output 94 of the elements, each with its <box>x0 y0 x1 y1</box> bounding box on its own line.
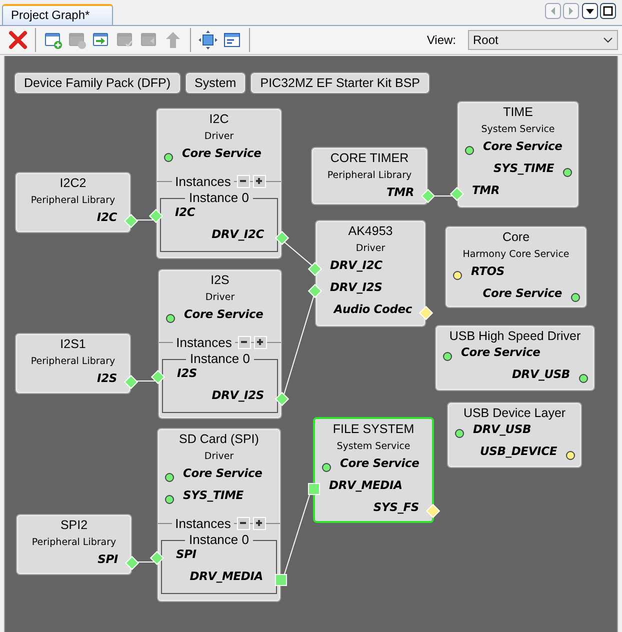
port-dot-icon[interactable] <box>453 270 462 280</box>
node-title: AK4953 <box>347 223 394 240</box>
node-subtitle: Peripheral Library <box>30 194 116 208</box>
node-title: SD Card (SPI) <box>178 431 260 448</box>
node-subtitle: System Service <box>336 440 412 454</box>
node-subtitle: Driver <box>204 291 236 305</box>
port-label: DRV_I2S <box>330 280 382 294</box>
port-label: SYS_TIME <box>494 161 554 175</box>
port-label: Core Service <box>184 307 264 321</box>
port-dot-icon[interactable] <box>571 292 580 302</box>
port-dot-icon[interactable] <box>164 152 173 162</box>
instances-label: Instances <box>174 516 232 530</box>
port-dot-icon[interactable] <box>566 450 575 460</box>
port-label: Core Service <box>183 466 262 480</box>
port-label: DRV_I2C <box>212 227 264 241</box>
plus-icon <box>255 337 266 347</box>
node-title: SPI2 <box>59 517 89 534</box>
node-title: I2S <box>210 272 230 289</box>
remove-instance-button[interactable] <box>236 174 250 188</box>
port-label: TMR <box>386 185 414 199</box>
group-button[interactable]: PIC32MZ EF Starter Kit BSP <box>251 73 429 93</box>
port-label: I2C <box>175 205 196 219</box>
port-label: I2C <box>96 210 117 224</box>
node-title: FILE SYSTEM <box>332 421 416 438</box>
port-dot-icon[interactable] <box>455 428 464 438</box>
node-subtitle: Harmony Core Service <box>462 248 570 262</box>
remove-instance-button[interactable] <box>236 516 250 530</box>
fit-icon[interactable] <box>198 30 218 50</box>
group-button[interactable]: Device Family Pack (DFP) <box>15 73 180 93</box>
node-title: I2C <box>208 111 230 128</box>
maximize-icon[interactable] <box>600 3 616 19</box>
port-label: RTOS <box>471 264 504 278</box>
port-label: I2S <box>97 371 117 385</box>
node-title: I2S1 <box>59 336 87 353</box>
port-dot-icon[interactable] <box>563 168 572 176</box>
instance-label: Instance 0 <box>188 191 250 205</box>
port-label: USB_DEVICE <box>480 444 557 458</box>
caret-icon <box>603 37 613 43</box>
view-label: View: <box>426 33 456 47</box>
node-subtitle: Driver <box>203 450 235 464</box>
add-instance-button[interactable] <box>252 516 266 530</box>
port-label: DRV_MEDIA <box>190 569 263 583</box>
port-dot-icon[interactable] <box>166 314 175 322</box>
port-label: TMR <box>472 183 500 197</box>
plus-icon <box>254 518 264 528</box>
port-dot-icon[interactable] <box>165 494 174 504</box>
port-label: DRV_USB <box>473 422 532 436</box>
port-label: SYS_TIME <box>183 488 244 502</box>
port-dot-icon[interactable] <box>579 374 588 382</box>
group-button[interactable]: System <box>186 73 246 93</box>
port-label: Core Service <box>483 139 562 153</box>
editor-tab[interactable]: Project Graph* <box>2 4 113 25</box>
node-title: TIME <box>502 104 534 121</box>
view-dropdown[interactable]: Root <box>468 30 618 50</box>
port-label: Core Service <box>461 345 540 359</box>
node-subtitle: Peripheral Library <box>326 169 413 183</box>
node-subtitle: System Service <box>480 123 556 137</box>
port-label: Core Service <box>482 286 562 300</box>
add-instance-button[interactable] <box>252 174 266 188</box>
node-title: CORE TIMER <box>329 150 410 167</box>
port-label: DRV_I2C <box>330 258 382 272</box>
menu-caret-icon[interactable] <box>582 3 598 19</box>
port-label: Audio Codec <box>334 302 412 316</box>
port-dot-icon[interactable] <box>165 472 174 482</box>
remove-instance-button[interactable] <box>238 336 251 348</box>
node-title: Core <box>501 229 531 246</box>
delete-icon[interactable] <box>8 30 28 50</box>
window-plus-icon[interactable] <box>43 30 63 50</box>
port-dot-icon[interactable] <box>465 146 474 154</box>
node-title: USB High Speed Driver <box>448 328 582 345</box>
instances-label: Instances <box>174 174 232 188</box>
port-label: SPI <box>176 547 196 561</box>
port-label: I2S <box>177 366 197 380</box>
add-instance-button[interactable] <box>254 336 267 348</box>
panel-icon[interactable] <box>222 30 242 50</box>
port-label: SPI <box>98 552 118 566</box>
instance-label: Instance 0 <box>189 352 251 366</box>
port-label: Core Service <box>182 146 262 160</box>
port-label: Core Service <box>340 456 420 470</box>
node-subtitle: Peripheral Library <box>30 536 118 550</box>
instances-label: Instances <box>175 334 233 350</box>
port-dot-icon[interactable] <box>443 352 452 360</box>
port-label: SYS_FS <box>373 500 419 514</box>
port-dot-icon[interactable] <box>322 462 331 472</box>
port-label: DRV_MEDIA <box>329 478 402 492</box>
plus-icon <box>254 176 264 186</box>
node-subtitle: Driver <box>354 242 386 256</box>
node-subtitle: Driver <box>203 130 235 144</box>
node-title: USB Device Layer <box>462 405 567 422</box>
port-label: DRV_USB <box>512 367 570 381</box>
port-label: DRV_I2S <box>212 388 264 402</box>
instance-label: Instance 0 <box>188 533 250 547</box>
node-subtitle: Peripheral Library <box>30 355 116 369</box>
node-title: I2C2 <box>58 175 88 192</box>
